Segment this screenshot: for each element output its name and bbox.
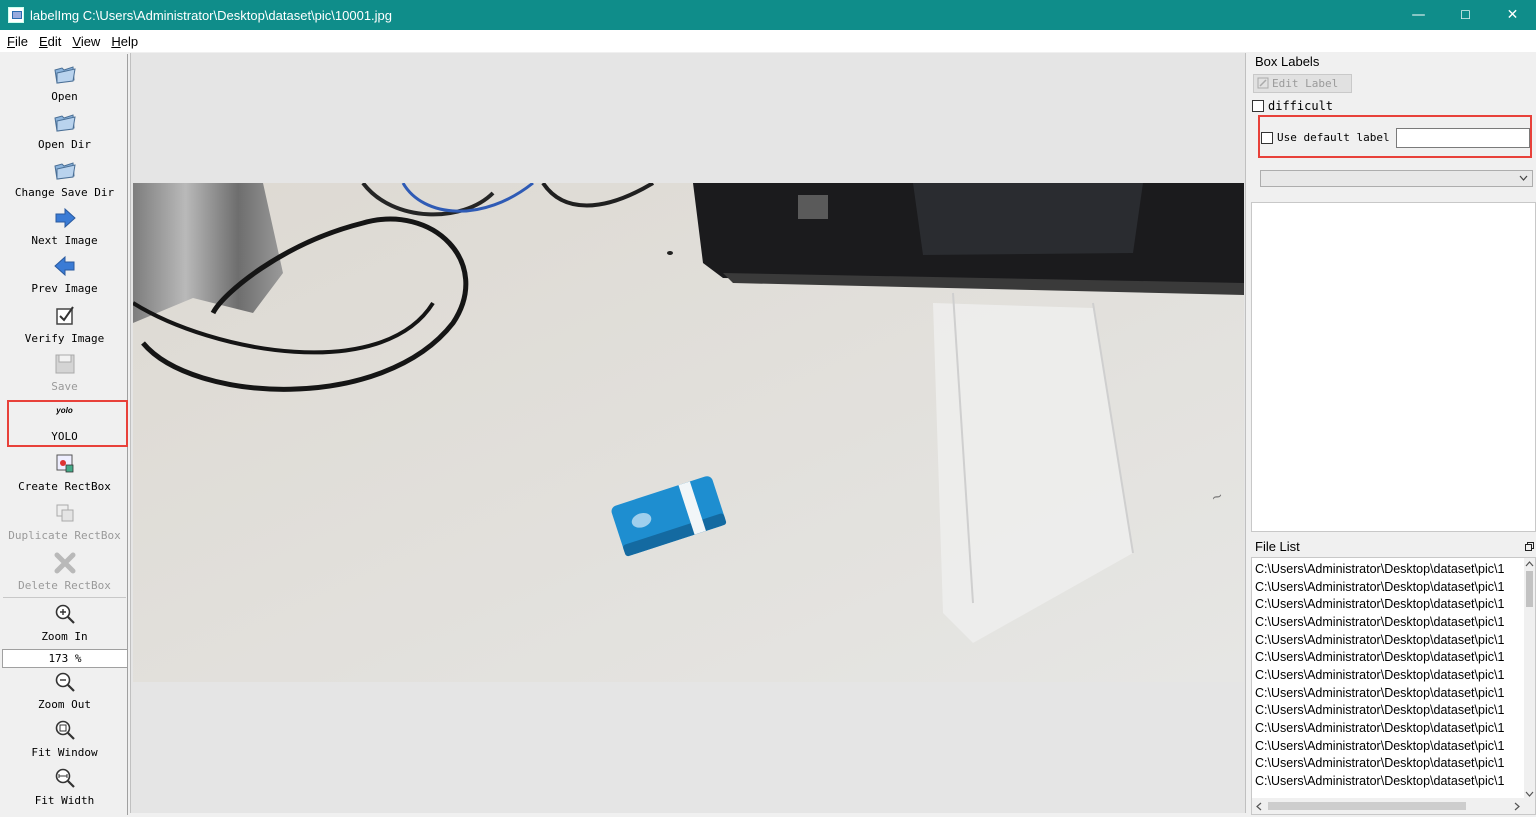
edit-label-button[interactable]: Edit Label [1253, 74, 1352, 93]
zoom-in-icon [55, 604, 75, 624]
label-combo-box[interactable] [1260, 170, 1533, 187]
file-list-item[interactable]: C:\Users\Administrator\Desktop\dataset\p… [1255, 667, 1525, 684]
fit-window-button[interactable]: Fit Window [1, 718, 128, 759]
close-button[interactable]: ✕ [1489, 0, 1536, 30]
image-canvas[interactable]: ~ [130, 53, 1246, 813]
change-save-dir-button[interactable]: Change Save Dir [1, 158, 128, 199]
zoom-in-button[interactable]: Zoom In [1, 602, 128, 643]
open-label: Open [51, 90, 78, 103]
save-label: Save [51, 380, 78, 393]
file-list-item[interactable]: C:\Users\Administrator\Desktop\dataset\p… [1255, 561, 1525, 578]
menu-file[interactable]: File [3, 34, 32, 49]
menu-bar: File Edit View Help [0, 30, 1536, 52]
scrollbar-thumb[interactable] [1526, 571, 1533, 607]
file-list-item[interactable]: C:\Users\Administrator\Desktop\dataset\p… [1255, 755, 1525, 772]
box-labels-title: Box Labels [1255, 54, 1320, 69]
chevron-right-icon[interactable] [1514, 802, 1521, 811]
file-list-item[interactable]: C:\Users\Administrator\Desktop\dataset\p… [1255, 685, 1525, 702]
delete-x-icon [54, 552, 75, 574]
arrow-right-icon [55, 207, 76, 229]
next-image-label: Next Image [31, 234, 98, 247]
menu-edit[interactable]: Edit [35, 34, 65, 49]
file-list-item[interactable]: C:\Users\Administrator\Desktop\dataset\p… [1255, 614, 1525, 631]
default-label-input[interactable] [1396, 128, 1530, 148]
verify-image-button[interactable]: Verify Image [1, 304, 128, 345]
use-default-label-text: Use default label [1277, 131, 1390, 144]
zoom-out-icon [55, 672, 75, 692]
zoom-in-label: Zoom In [41, 630, 88, 643]
rect-box-icon [56, 454, 73, 473]
folder-icon [53, 66, 76, 84]
toolbar-separator [3, 597, 126, 598]
use-default-label-checkbox[interactable] [1261, 132, 1273, 144]
edit-icon [1257, 77, 1269, 89]
zoom-out-label: Zoom Out [38, 698, 91, 711]
duplicate-icon [56, 504, 73, 522]
fit-width-label: Fit Width [34, 794, 95, 807]
file-list-item[interactable]: C:\Users\Administrator\Desktop\dataset\p… [1255, 738, 1525, 755]
change-save-dir-label: Change Save Dir [14, 186, 115, 199]
label-list[interactable] [1251, 202, 1536, 532]
fit-window-label: Fit Window [31, 746, 98, 759]
verify-image-label: Verify Image [24, 332, 105, 345]
file-list-item[interactable]: C:\Users\Administrator\Desktop\dataset\p… [1255, 579, 1525, 596]
maximize-button[interactable]: ☐ [1442, 0, 1489, 30]
chevron-down-icon [1519, 175, 1528, 181]
folder-icon [53, 162, 76, 180]
open-button[interactable]: Open [1, 62, 128, 103]
float-dock-icon[interactable] [1525, 542, 1534, 551]
create-rectbox-button[interactable]: Create RectBox [1, 452, 128, 493]
file-list-title: File List [1255, 539, 1300, 554]
left-toolbar: Open Open Dir Change Save Dir Next Image… [1, 54, 128, 815]
save-button[interactable]: Save [1, 352, 128, 393]
title-bar: labelImg C:\Users\Administrator\Desktop\… [0, 0, 1536, 30]
floppy-icon [55, 354, 74, 374]
window-title: labelImg C:\Users\Administrator\Desktop\… [30, 7, 393, 23]
edit-label-text: Edit Label [1272, 77, 1339, 90]
prev-image-label: Prev Image [31, 282, 98, 295]
menu-help[interactable]: Help [107, 34, 142, 49]
right-panel: Box Labels Edit Label difficult Use defa… [1250, 53, 1536, 815]
chevron-down-icon[interactable] [1525, 791, 1534, 798]
file-list-item[interactable]: C:\Users\Administrator\Desktop\dataset\p… [1255, 649, 1525, 666]
minimize-button[interactable]: — [1395, 0, 1442, 30]
fit-width-icon [55, 768, 75, 788]
file-list-item[interactable]: C:\Users\Administrator\Desktop\dataset\p… [1255, 773, 1525, 790]
arrow-left-icon [53, 255, 74, 277]
delete-rectbox-button[interactable]: Delete RectBox [1, 551, 128, 592]
file-list[interactable]: C:\Users\Administrator\Desktop\dataset\p… [1251, 557, 1536, 815]
chevron-left-icon[interactable] [1255, 802, 1262, 811]
prev-image-button[interactable]: Prev Image [1, 254, 128, 295]
highlight-box [7, 400, 128, 447]
difficult-checkbox[interactable] [1252, 100, 1264, 112]
duplicate-rectbox-label: Duplicate RectBox [8, 529, 121, 542]
zoom-value-field[interactable]: 173 % [2, 649, 128, 668]
open-dir-label: Open Dir [38, 138, 91, 151]
file-list-item[interactable]: C:\Users\Administrator\Desktop\dataset\p… [1255, 632, 1525, 649]
zoom-out-button[interactable]: Zoom Out [1, 670, 128, 711]
folder-icon [53, 114, 76, 132]
scrollbar-thumb[interactable] [1268, 802, 1466, 810]
file-list-item[interactable]: C:\Users\Administrator\Desktop\dataset\p… [1255, 720, 1525, 737]
delete-rectbox-label: Delete RectBox [18, 579, 111, 592]
duplicate-rectbox-button[interactable]: Duplicate RectBox [1, 501, 128, 542]
file-list-item[interactable]: C:\Users\Administrator\Desktop\dataset\p… [1255, 702, 1525, 719]
menu-view[interactable]: View [68, 34, 104, 49]
file-list-item[interactable]: C:\Users\Administrator\Desktop\dataset\p… [1255, 596, 1525, 613]
fit-width-button[interactable]: Fit Width [1, 766, 128, 807]
difficult-label: difficult [1268, 99, 1334, 113]
vertical-scrollbar[interactable] [1524, 558, 1535, 800]
chevron-up-icon[interactable] [1525, 560, 1534, 567]
window-controls: — ☐ ✕ [1395, 0, 1536, 30]
create-rectbox-label: Create RectBox [18, 480, 111, 493]
fit-window-icon [55, 720, 75, 740]
next-image-button[interactable]: Next Image [1, 206, 128, 247]
open-dir-button[interactable]: Open Dir [1, 110, 128, 151]
horizontal-scrollbar[interactable] [1252, 798, 1535, 814]
checkbox-icon [55, 306, 74, 325]
app-icon [8, 7, 24, 23]
photo-image: ~ [133, 183, 1244, 682]
